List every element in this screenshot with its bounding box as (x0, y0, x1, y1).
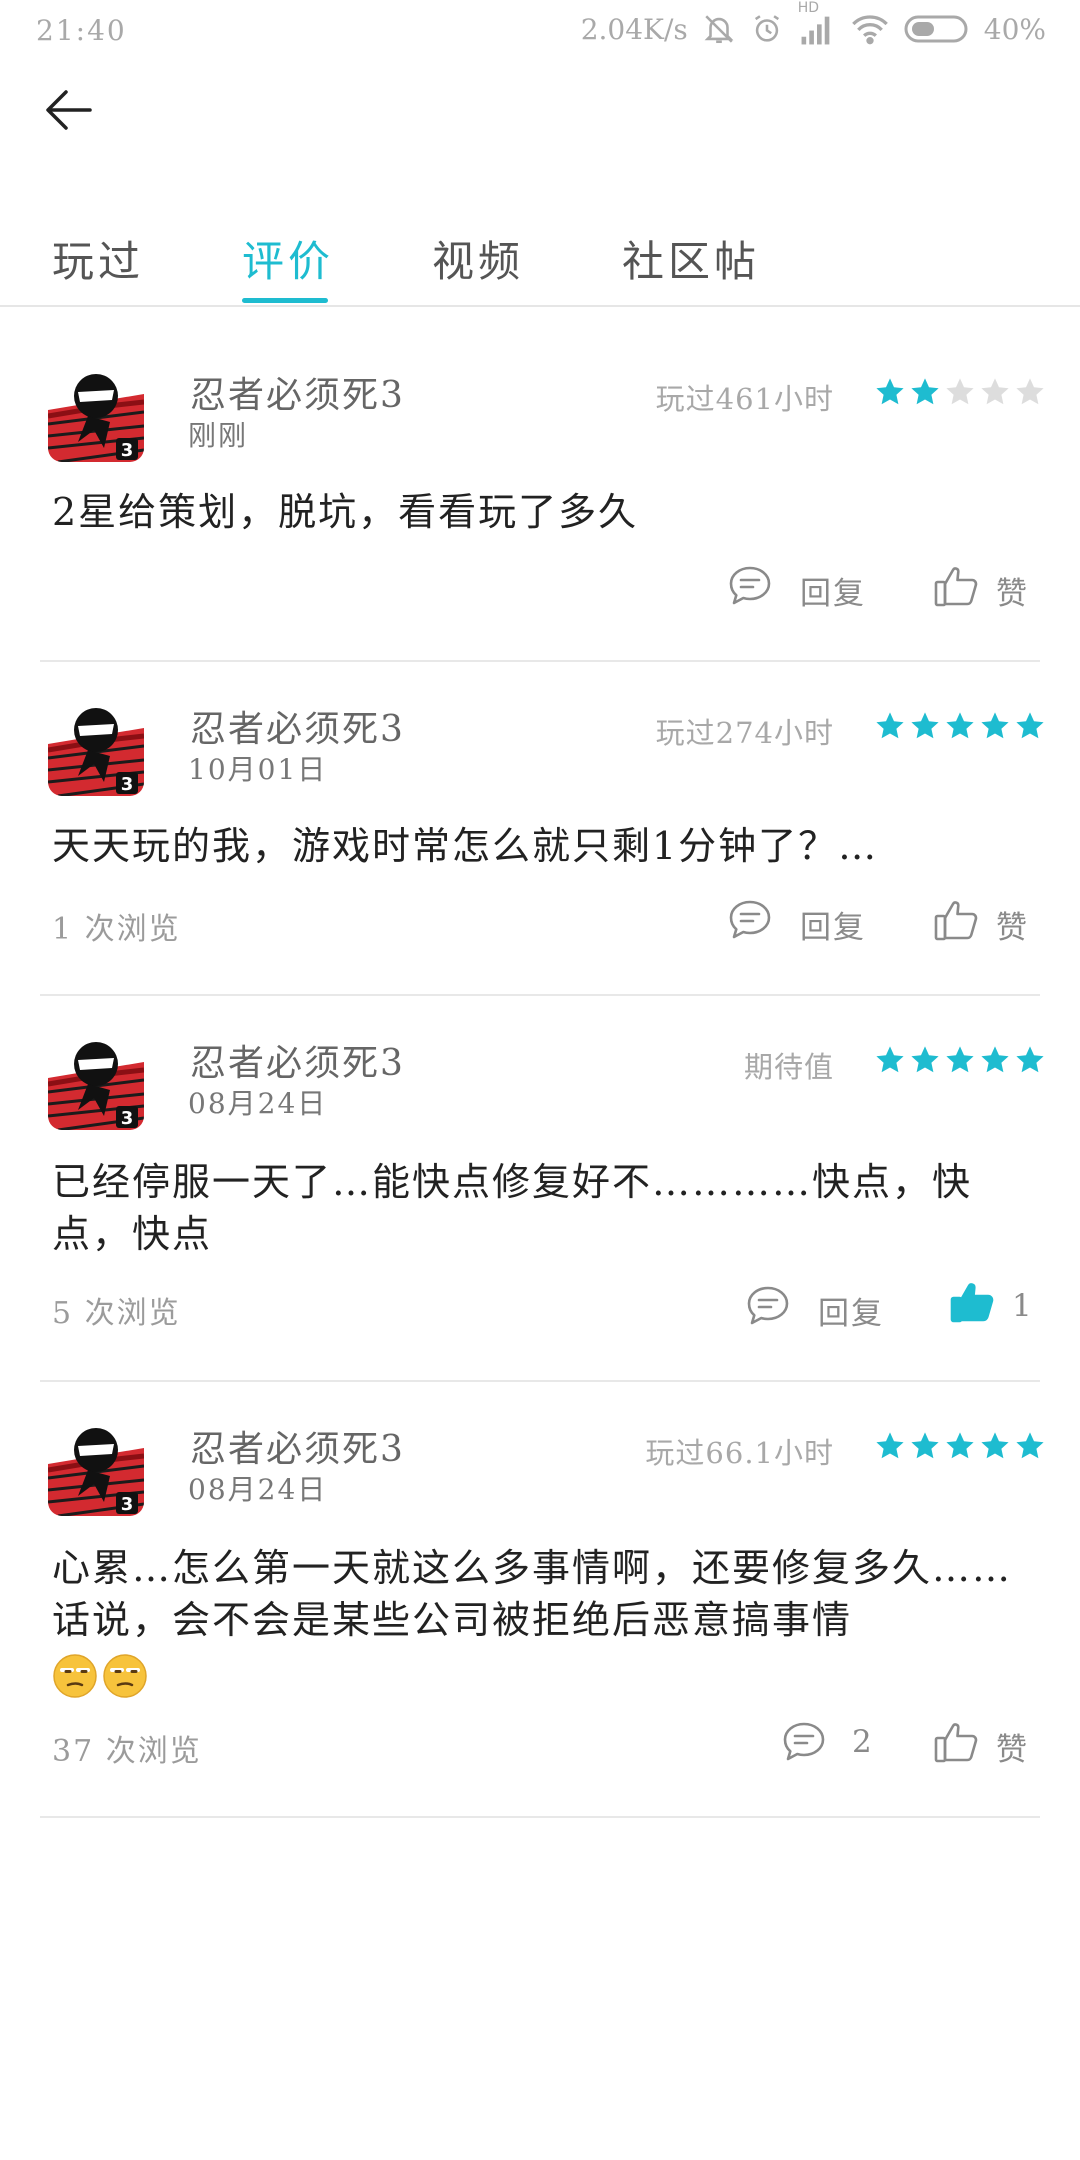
like-count[interactable]: 1 (1012, 1288, 1034, 1324)
play-time: 玩过461小时 (655, 382, 834, 416)
view-count: 1 次浏览 (52, 912, 181, 947)
unamused-face-icon (52, 1653, 98, 1699)
thumbs-up-icon[interactable] (932, 896, 980, 944)
game-avatar[interactable]: 3 (48, 700, 144, 796)
network-speed: 2.04K/s (580, 12, 688, 46)
like-button[interactable]: 赞 (996, 902, 1029, 947)
arrow-left-icon (46, 90, 92, 130)
like-button[interactable]: 赞 (996, 1724, 1029, 1769)
cellular-signal-icon: HD (798, 0, 836, 46)
game-logo-image: 3 (48, 366, 144, 462)
play-time: 玩过274小时 (655, 716, 834, 750)
battery-icon (904, 13, 970, 45)
divider (40, 1816, 1040, 1818)
star-empty-icon (981, 378, 1009, 405)
svg-text:3: 3 (121, 774, 134, 795)
star-filled-icon (981, 1046, 1009, 1073)
tab-bar: 玩过 评价 视频 社区帖 (0, 212, 1080, 306)
play-time: 期待值 (743, 1050, 834, 1084)
game-logo-image: 3 (48, 700, 144, 796)
star-filled-icon (1016, 1046, 1044, 1073)
status-bar: 21:40 2.04K/s HD 40% (0, 0, 1080, 64)
comment-icon[interactable] (726, 562, 774, 610)
review-date: 08月24日 (188, 1087, 328, 1120)
star-filled-icon (981, 1432, 1009, 1459)
divider (40, 1380, 1040, 1382)
comment-icon[interactable] (726, 896, 774, 944)
thumbs-up-icon[interactable] (932, 1718, 980, 1766)
wifi-icon (850, 12, 890, 46)
reply-count[interactable]: 2 (852, 1724, 874, 1760)
star-filled-icon (1016, 712, 1044, 739)
star-filled-icon (946, 1432, 974, 1459)
star-filled-icon (946, 712, 974, 739)
review-date: 刚刚 (188, 419, 249, 452)
view-count: 37 次浏览 (52, 1734, 202, 1769)
reply-button[interactable]: 回复 (800, 902, 866, 947)
svg-text:3: 3 (121, 1494, 134, 1515)
star-filled-icon (911, 712, 939, 739)
reply-button[interactable]: 回复 (800, 568, 866, 613)
thumbs-up-icon[interactable] (932, 562, 980, 610)
star-filled-icon (911, 378, 939, 405)
game-name[interactable]: 忍者必须死3 (190, 1420, 405, 1472)
star-empty-icon (946, 378, 974, 405)
unamused-face-icon (102, 1653, 148, 1699)
game-logo-image: 3 (48, 1034, 144, 1130)
game-name[interactable]: 忍者必须死3 (190, 366, 405, 418)
review-content: 心累…怎么第一天就这么多事情啊，还要修复多久……话说，会不会是某些公司被拒绝后恶… (52, 1546, 1013, 1642)
game-name[interactable]: 忍者必须死3 (190, 1034, 405, 1086)
active-tab-indicator (242, 298, 328, 303)
tab-reviews[interactable]: 评价 (242, 228, 334, 289)
star-filled-icon (911, 1046, 939, 1073)
comment-icon[interactable] (744, 1282, 792, 1330)
like-button[interactable]: 赞 (996, 568, 1029, 613)
view-count: 5 次浏览 (52, 1296, 181, 1331)
alarm-clock-icon (750, 12, 784, 46)
play-time: 玩过66.1小时 (645, 1436, 834, 1470)
game-logo-image: 3 (48, 1420, 144, 1516)
thumbs-up-icon[interactable] (948, 1278, 996, 1326)
tab-videos[interactable]: 视频 (432, 228, 524, 289)
game-name[interactable]: 忍者必须死3 (190, 700, 405, 752)
divider (0, 305, 1080, 307)
svg-text:3: 3 (121, 440, 134, 461)
review-content-block[interactable]: 心累…怎么第一天就这么多事情啊，还要修复多久……话说，会不会是某些公司被拒绝后恶… (52, 1542, 1032, 1699)
mute-bell-icon (702, 12, 736, 46)
star-filled-icon (981, 712, 1009, 739)
reply-button[interactable]: 回复 (818, 1288, 884, 1333)
star-filled-icon (1016, 1432, 1044, 1459)
review-content[interactable]: 2星给策划，脱坑，看看玩了多久 (52, 486, 1032, 538)
back-button[interactable] (44, 88, 104, 138)
battery-percent: 40% (983, 12, 1046, 46)
star-filled-icon (876, 712, 904, 739)
game-avatar[interactable]: 3 (48, 1420, 144, 1516)
star-filled-icon (946, 1046, 974, 1073)
star-rating (874, 1430, 1046, 1462)
star-rating (874, 710, 1046, 742)
star-empty-icon (1016, 378, 1044, 405)
review-date: 08月24日 (188, 1473, 328, 1506)
comment-icon[interactable] (780, 1718, 828, 1766)
status-time: 21:40 (36, 14, 127, 47)
review-content[interactable]: 天天玩的我，游戏时常怎么就只剩1分钟了？… (52, 820, 1032, 872)
game-avatar[interactable]: 3 (48, 1034, 144, 1130)
divider (40, 994, 1040, 996)
divider (40, 660, 1040, 662)
game-avatar[interactable]: 3 (48, 366, 144, 462)
star-filled-icon (876, 1046, 904, 1073)
review-content[interactable]: 已经停服一天了…能快点修复好不…………快点，快点，快点 (52, 1156, 1032, 1260)
status-icons: 2.04K/s HD 40% (580, 0, 1046, 46)
tab-played[interactable]: 玩过 (52, 228, 144, 289)
star-rating (874, 376, 1046, 408)
svg-text:3: 3 (121, 1108, 134, 1129)
star-filled-icon (876, 1432, 904, 1459)
star-filled-icon (876, 378, 904, 405)
star-filled-icon (911, 1432, 939, 1459)
star-rating (874, 1044, 1046, 1076)
tab-community-posts[interactable]: 社区帖 (622, 228, 760, 289)
review-date: 10月01日 (188, 753, 328, 786)
